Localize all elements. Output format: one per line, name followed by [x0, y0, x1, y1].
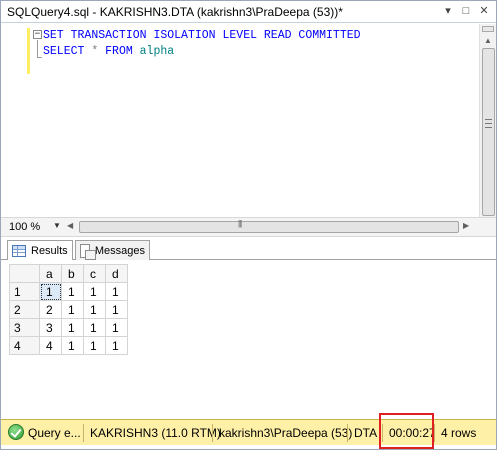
scroll-up-icon[interactable]: ▲: [480, 34, 496, 48]
keyword: FROM: [105, 45, 133, 58]
split-handle[interactable]: [482, 26, 494, 32]
row-number[interactable]: 4: [9, 336, 40, 355]
scroll-left-icon[interactable]: ◀: [67, 221, 73, 230]
keyword: SET: [43, 29, 64, 42]
collapse-region-icon[interactable]: −: [33, 30, 42, 39]
messages-icon: [80, 243, 96, 260]
query-window: SQLQuery4.sql - KAKRISHN3.DTA (kakrishn3…: [0, 0, 497, 450]
scroll-right-icon[interactable]: ▶: [463, 221, 469, 230]
zoom-dropdown-icon[interactable]: ▼: [53, 221, 61, 230]
results-pane: a b c d 1 1 1 1 1 2 2 1 1 1 3 3 1 1 1 4 …: [1, 260, 496, 416]
close-icon[interactable]: ✕: [476, 3, 492, 19]
grip-icon: [485, 119, 492, 128]
keyword: COMMITTED: [298, 29, 361, 42]
grid-cell[interactable]: 1: [105, 282, 128, 301]
editor-vertical-scrollbar[interactable]: ▲: [479, 24, 496, 217]
grid-cell[interactable]: 1: [61, 318, 84, 337]
zoom-level[interactable]: 100 %: [9, 221, 40, 233]
grid-cell[interactable]: 1: [83, 300, 106, 319]
success-check-icon: [8, 424, 24, 440]
elapsed-time-highlight: [379, 413, 434, 449]
results-tabstrip: Results Messages: [1, 238, 496, 261]
grid-cell[interactable]: 4: [39, 336, 62, 355]
grid-cell[interactable]: 1: [83, 336, 106, 355]
tab-results[interactable]: Results: [7, 240, 73, 261]
column-header[interactable]: c: [83, 264, 106, 283]
divider: [83, 424, 84, 442]
changed-lines-marker: [27, 28, 30, 74]
grid-cell[interactable]: 1: [61, 282, 84, 301]
grid-cell[interactable]: 1: [61, 300, 84, 319]
table-row: 2 2 1 1 1: [9, 300, 128, 319]
grid-cell[interactable]: 2: [39, 300, 62, 319]
column-header[interactable]: b: [61, 264, 84, 283]
column-header[interactable]: a: [39, 264, 62, 283]
tab-label: Messages: [94, 244, 145, 257]
window-title: SQLQuery4.sql - KAKRISHN3.DTA (kakrishn3…: [7, 5, 343, 19]
outline-line-end: [37, 57, 42, 58]
grid-cell[interactable]: 1: [61, 336, 84, 355]
column-header[interactable]: d: [105, 264, 128, 283]
code-line-2: SELECT * FROM alpha: [43, 45, 174, 58]
divider: [434, 424, 435, 442]
grid-cell[interactable]: 3: [39, 318, 62, 337]
tab-label: Results: [31, 245, 68, 257]
keyword: TRANSACTION: [70, 29, 147, 42]
table-identifier: alpha: [139, 45, 175, 58]
sql-editor[interactable]: − SET TRANSACTION ISOLATION LEVEL READ C…: [1, 24, 479, 217]
grid-corner[interactable]: [9, 264, 40, 283]
keyword: READ: [263, 29, 292, 42]
restore-icon[interactable]: □: [458, 3, 474, 19]
results-grid-icon: [12, 245, 26, 257]
grid-cell[interactable]: 1: [39, 282, 62, 301]
tab-messages[interactable]: Messages: [75, 240, 150, 260]
horizontal-scroll-thumb[interactable]: |||: [79, 219, 459, 233]
results-grid: a b c d 1 1 1 1 1 2 2 1 1 1 3 3 1 1 1 4 …: [9, 264, 128, 355]
divider: [347, 424, 348, 442]
header-row: a b c d: [9, 264, 128, 283]
query-status: Query e...: [28, 426, 81, 440]
scroll-thumb[interactable]: [482, 48, 495, 216]
grip-icon: |||: [238, 219, 242, 228]
row-count: 4 rows: [441, 426, 477, 440]
outline-line: [37, 40, 38, 58]
grid-cell[interactable]: 1: [83, 282, 106, 301]
operator: *: [91, 45, 99, 58]
keyword: ISOLATION: [153, 29, 216, 42]
window-menu-dropdown-icon[interactable]: ▾: [440, 3, 456, 19]
table-row: 3 3 1 1 1: [9, 318, 128, 337]
editor-bottom-bar: 100 % ▼ ◀ ||| ▶: [1, 217, 496, 237]
server-name: KAKRISHN3 (11.0 RTM): [90, 426, 221, 440]
grid-cell[interactable]: 1: [105, 318, 128, 337]
grid-cell[interactable]: 1: [105, 300, 128, 319]
table-row: 1 1 1 1 1: [9, 282, 128, 301]
table-row: 4 4 1 1 1: [9, 336, 128, 355]
keyword: SELECT: [43, 45, 85, 58]
keyword: LEVEL: [222, 29, 257, 42]
divider: [212, 424, 213, 442]
code-line-1: SET TRANSACTION ISOLATION LEVEL READ COM…: [43, 29, 361, 42]
login-user: kakrishn3\PraDeepa (53): [219, 426, 353, 440]
title-bar: SQLQuery4.sql - KAKRISHN3.DTA (kakrishn3…: [1, 1, 496, 23]
row-number[interactable]: 1: [9, 282, 40, 301]
database-name: DTA: [354, 426, 378, 440]
grid-cell[interactable]: 1: [105, 336, 128, 355]
row-number[interactable]: 2: [9, 300, 40, 319]
grid-cell[interactable]: 1: [83, 318, 106, 337]
window-controls: ▾ □ ✕: [440, 3, 492, 19]
row-number[interactable]: 3: [9, 318, 40, 337]
